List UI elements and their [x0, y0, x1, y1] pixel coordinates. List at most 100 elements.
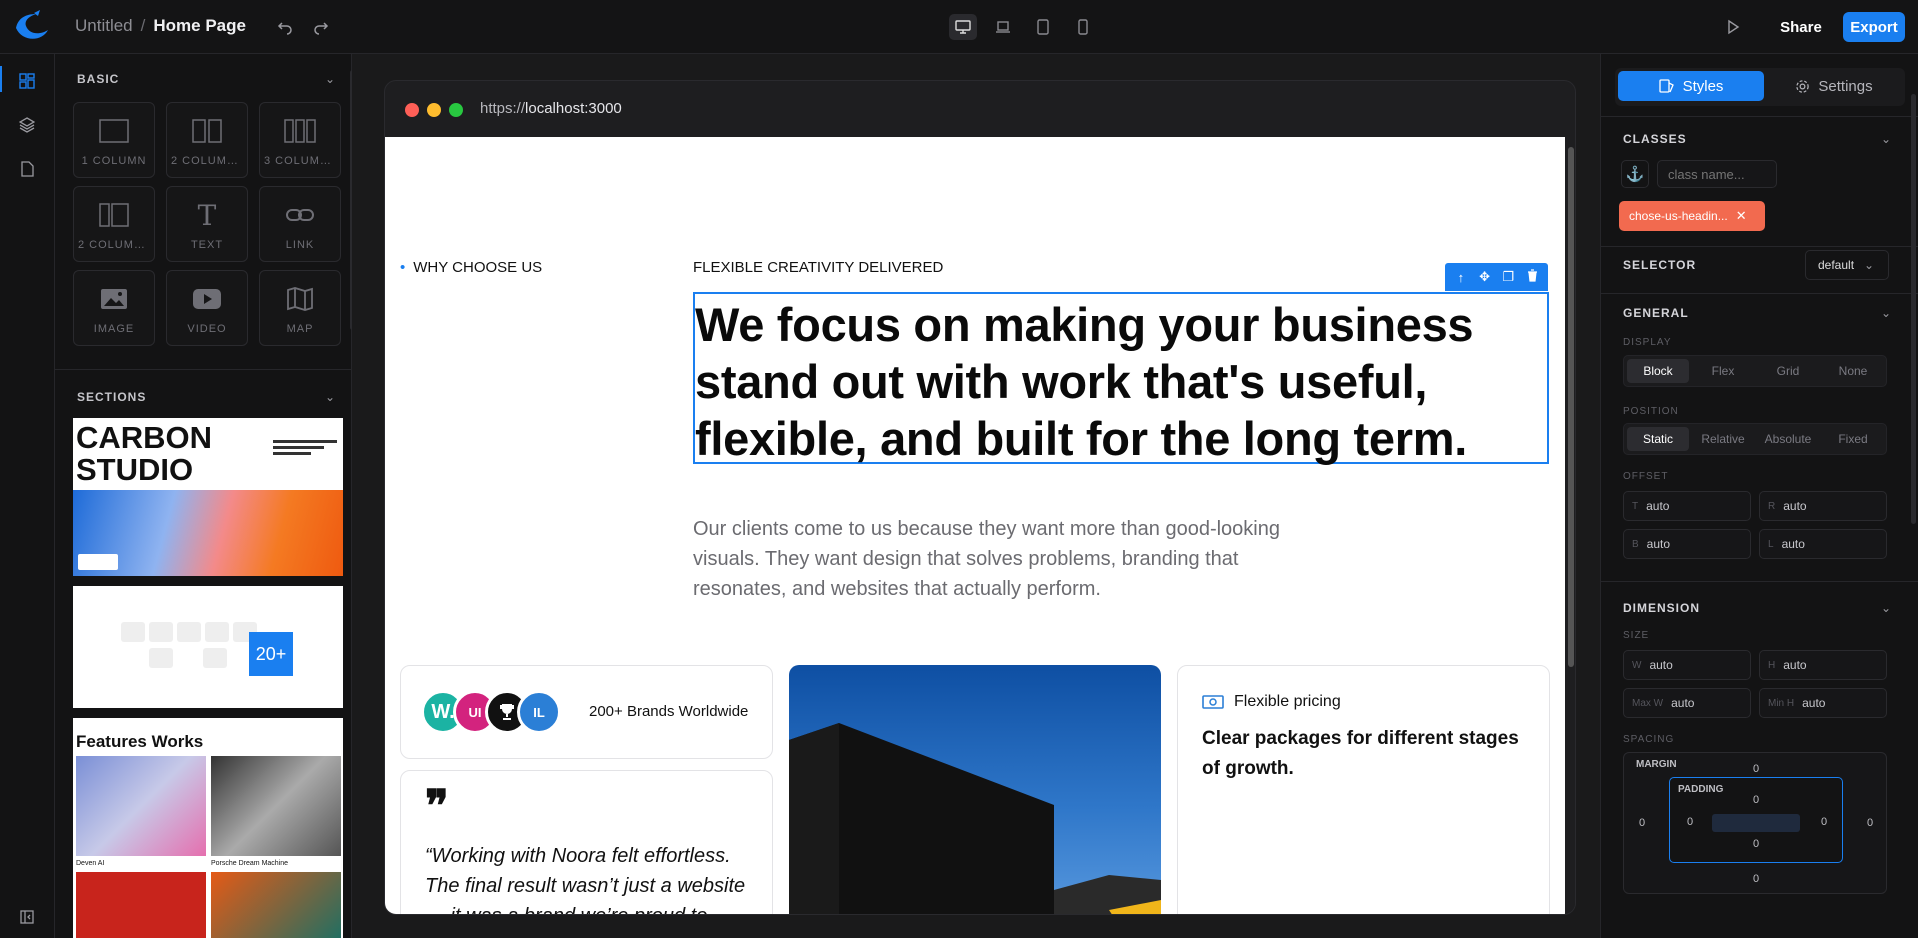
dimension-title: DIMENSION: [1623, 601, 1701, 615]
tab-styles[interactable]: Styles: [1618, 71, 1764, 101]
layers-icon[interactable]: [16, 114, 38, 136]
pricing-card[interactable]: Flexible pricing Clear packages for diff…: [1177, 665, 1550, 914]
desktop-view-icon[interactable]: [949, 14, 977, 40]
app-logo[interactable]: [12, 8, 52, 46]
block-map[interactable]: MAP: [259, 270, 341, 346]
block-two-columns[interactable]: 2 COLUMNS: [166, 102, 248, 178]
position-option-fixed[interactable]: Fixed: [1822, 427, 1884, 451]
margin-right-value[interactable]: 0: [1860, 817, 1880, 829]
left-rail: [0, 54, 55, 938]
margin-bottom-value[interactable]: 0: [1746, 873, 1766, 885]
block-video[interactable]: VIDEO: [166, 270, 248, 346]
trash-icon[interactable]: [1523, 269, 1541, 285]
minimize-dot-icon: [427, 103, 441, 117]
width-field[interactable]: Wauto: [1623, 650, 1751, 680]
mobile-view-icon[interactable]: [1069, 14, 1097, 40]
divider: [1601, 581, 1918, 582]
testimonial-quote: “Working with Noora felt effortless. The…: [425, 845, 746, 914]
field-key: B: [1632, 538, 1639, 550]
section-card-brands[interactable]: 20+: [73, 586, 343, 708]
offset-top-field[interactable]: Tauto: [1623, 491, 1751, 521]
block-three-columns[interactable]: 3 COLUMNS: [259, 102, 341, 178]
avatar: IL: [517, 690, 561, 734]
margin-top-value[interactable]: 0: [1746, 763, 1766, 775]
max-width-field[interactable]: Max W auto: [1623, 688, 1751, 718]
url-bar: https://localhost:3000: [480, 100, 622, 117]
margin-left-value[interactable]: 0: [1632, 817, 1652, 829]
field-key: W: [1632, 659, 1642, 671]
flexible-creativity-label[interactable]: FLEXIBLE CREATIVITY DELIVERED: [693, 259, 943, 276]
position-option-absolute[interactable]: Absolute: [1757, 427, 1819, 451]
class-name-input[interactable]: [1657, 160, 1777, 188]
position-option-static[interactable]: Static: [1627, 427, 1689, 451]
selector-dropdown[interactable]: default ⌄: [1805, 250, 1889, 280]
project-name[interactable]: Untitled: [75, 16, 133, 35]
class-chip[interactable]: chose-us-headin... ✕: [1619, 201, 1765, 231]
block-label: VIDEO: [187, 323, 227, 335]
redo-icon[interactable]: [308, 14, 334, 40]
block-image[interactable]: IMAGE: [73, 270, 155, 346]
page-scrollbar[interactable]: [1565, 137, 1575, 914]
laptop-view-icon[interactable]: [989, 14, 1017, 40]
tablet-view-icon[interactable]: [1029, 14, 1057, 40]
section-card-features[interactable]: Features Works Deven AI Porsche Dream Ma…: [73, 718, 343, 938]
display-option-grid[interactable]: Grid: [1757, 359, 1819, 383]
collapse-sidebar-icon[interactable]: [16, 906, 38, 928]
brands-card[interactable]: W. UI IL 200+ Brands Worldwide: [400, 665, 773, 759]
testimonial-card[interactable]: ❞ “Working with Noora felt effortless. T…: [400, 770, 773, 914]
display-label: DISPLAY: [1623, 337, 1672, 348]
undo-icon[interactable]: [272, 14, 298, 40]
chevron-down-icon[interactable]: ⌄: [1881, 601, 1891, 615]
chevron-down-icon[interactable]: ⌄: [325, 72, 335, 86]
architecture-image: [789, 665, 1161, 914]
min-height-field[interactable]: Min H auto: [1759, 688, 1887, 718]
general-title: GENERAL: [1623, 306, 1689, 320]
share-button[interactable]: Share: [1772, 12, 1830, 42]
padding-bottom-value[interactable]: 0: [1746, 838, 1766, 850]
padding-box[interactable]: PADDING 0 0 0 0: [1669, 777, 1843, 863]
display-option-block[interactable]: Block: [1627, 359, 1689, 383]
padding-right-value[interactable]: 0: [1814, 816, 1834, 828]
anchor-icon[interactable]: ⚓: [1621, 160, 1649, 188]
close-icon[interactable]: ✕: [1736, 208, 1747, 224]
styles-panel-scrollbar[interactable]: [1911, 94, 1916, 524]
why-choose-us-label[interactable]: • WHY CHOOSE US: [400, 259, 542, 276]
scroll-thumb[interactable]: [1568, 147, 1574, 667]
block-one-column[interactable]: 1 COLUMN: [73, 102, 155, 178]
arrow-up-icon[interactable]: ↑: [1452, 270, 1470, 285]
export-button[interactable]: Export: [1843, 12, 1905, 42]
map-icon: [260, 283, 340, 315]
pages-icon[interactable]: [16, 158, 38, 180]
carbon-badge: [78, 554, 118, 570]
position-option-relative[interactable]: Relative: [1692, 427, 1754, 451]
section-card-carbon[interactable]: CARBON STUDIO: [73, 418, 343, 576]
brand-logo-tile: [121, 622, 145, 642]
chevron-down-icon[interactable]: ⌄: [325, 390, 335, 404]
height-field[interactable]: Hauto: [1759, 650, 1887, 680]
offset-bottom-field[interactable]: Bauto: [1623, 529, 1751, 559]
offset-left-field[interactable]: Lauto: [1759, 529, 1887, 559]
move-icon[interactable]: ✥: [1476, 269, 1494, 285]
blocks-icon[interactable]: [16, 70, 38, 92]
selected-heading[interactable]: We focus on making your business stand o…: [693, 292, 1549, 465]
chevron-down-icon[interactable]: ⌄: [1881, 306, 1891, 320]
offset-label: OFFSET: [1623, 471, 1669, 482]
intro-paragraph[interactable]: Our clients come to us because they want…: [693, 514, 1293, 604]
play-preview-icon[interactable]: [1720, 14, 1746, 40]
block-link[interactable]: LINK: [259, 186, 341, 262]
offset-right-field[interactable]: Rauto: [1759, 491, 1887, 521]
tab-settings[interactable]: Settings: [1761, 71, 1907, 101]
active-rail-indicator: [0, 66, 2, 92]
padding-top-value[interactable]: 0: [1746, 794, 1766, 806]
top-bar: Untitled / Home Page Share Export: [0, 0, 1918, 54]
chevron-down-icon[interactable]: ⌄: [1881, 132, 1891, 146]
block-two-columns-uneven[interactable]: 2 COLUMNS 3/7: [73, 186, 155, 262]
display-option-flex[interactable]: Flex: [1692, 359, 1754, 383]
block-text[interactable]: T TEXT: [166, 186, 248, 262]
brand-logo-tile: [203, 648, 227, 668]
margin-box[interactable]: MARGIN 0 0 0 0 PADDING 0 0 0 0: [1623, 752, 1887, 894]
copy-icon[interactable]: ❐: [1499, 269, 1517, 285]
display-option-none[interactable]: None: [1822, 359, 1884, 383]
page-name[interactable]: Home Page: [153, 16, 246, 35]
padding-left-value[interactable]: 0: [1680, 816, 1700, 828]
